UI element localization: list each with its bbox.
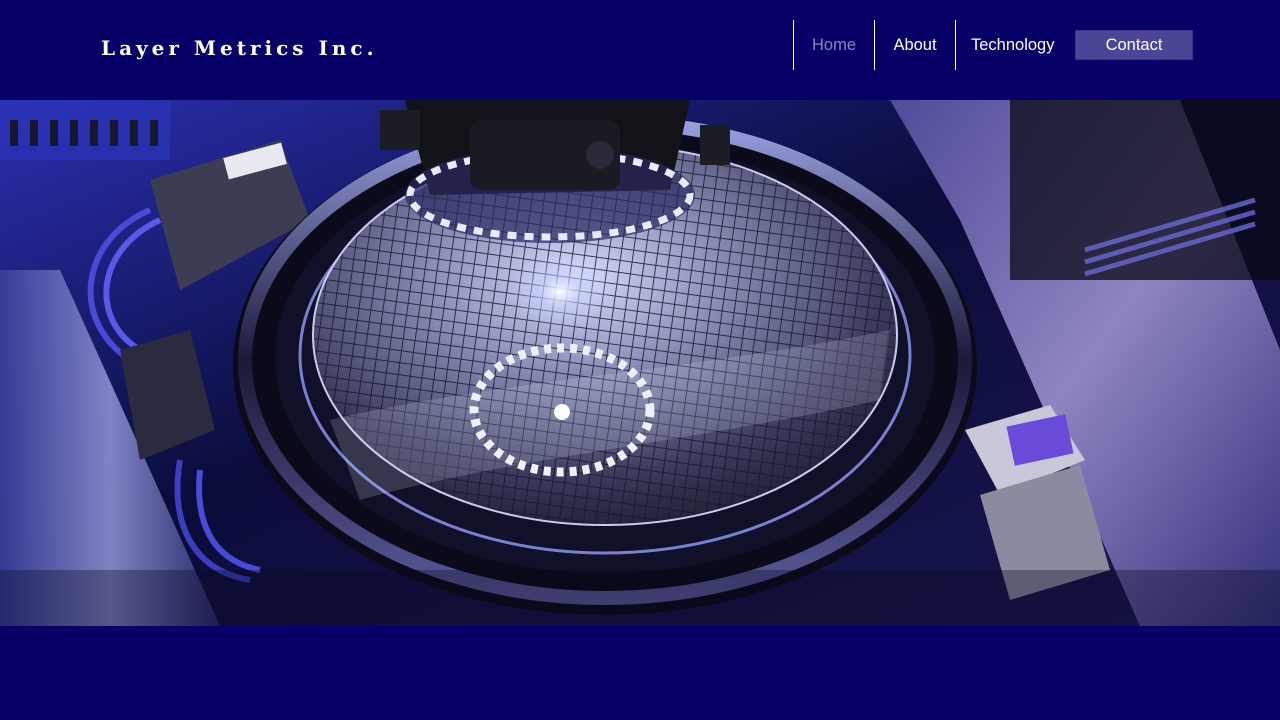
site-logo-text[interactable]: Layer Metrics Inc. <box>101 36 378 60</box>
contact-button[interactable]: Contact <box>1075 30 1193 60</box>
wafer-machine-illustration <box>0 100 1280 626</box>
footer-band <box>0 626 1280 720</box>
main-nav: Home About Technology Contact <box>793 20 1193 70</box>
nav-technology[interactable]: Technology <box>955 20 1073 70</box>
hero-image <box>0 100 1280 626</box>
nav-home[interactable]: Home <box>793 20 874 70</box>
site-header: Layer Metrics Inc. Home About Technology… <box>0 0 1280 100</box>
nav-about[interactable]: About <box>874 20 955 70</box>
